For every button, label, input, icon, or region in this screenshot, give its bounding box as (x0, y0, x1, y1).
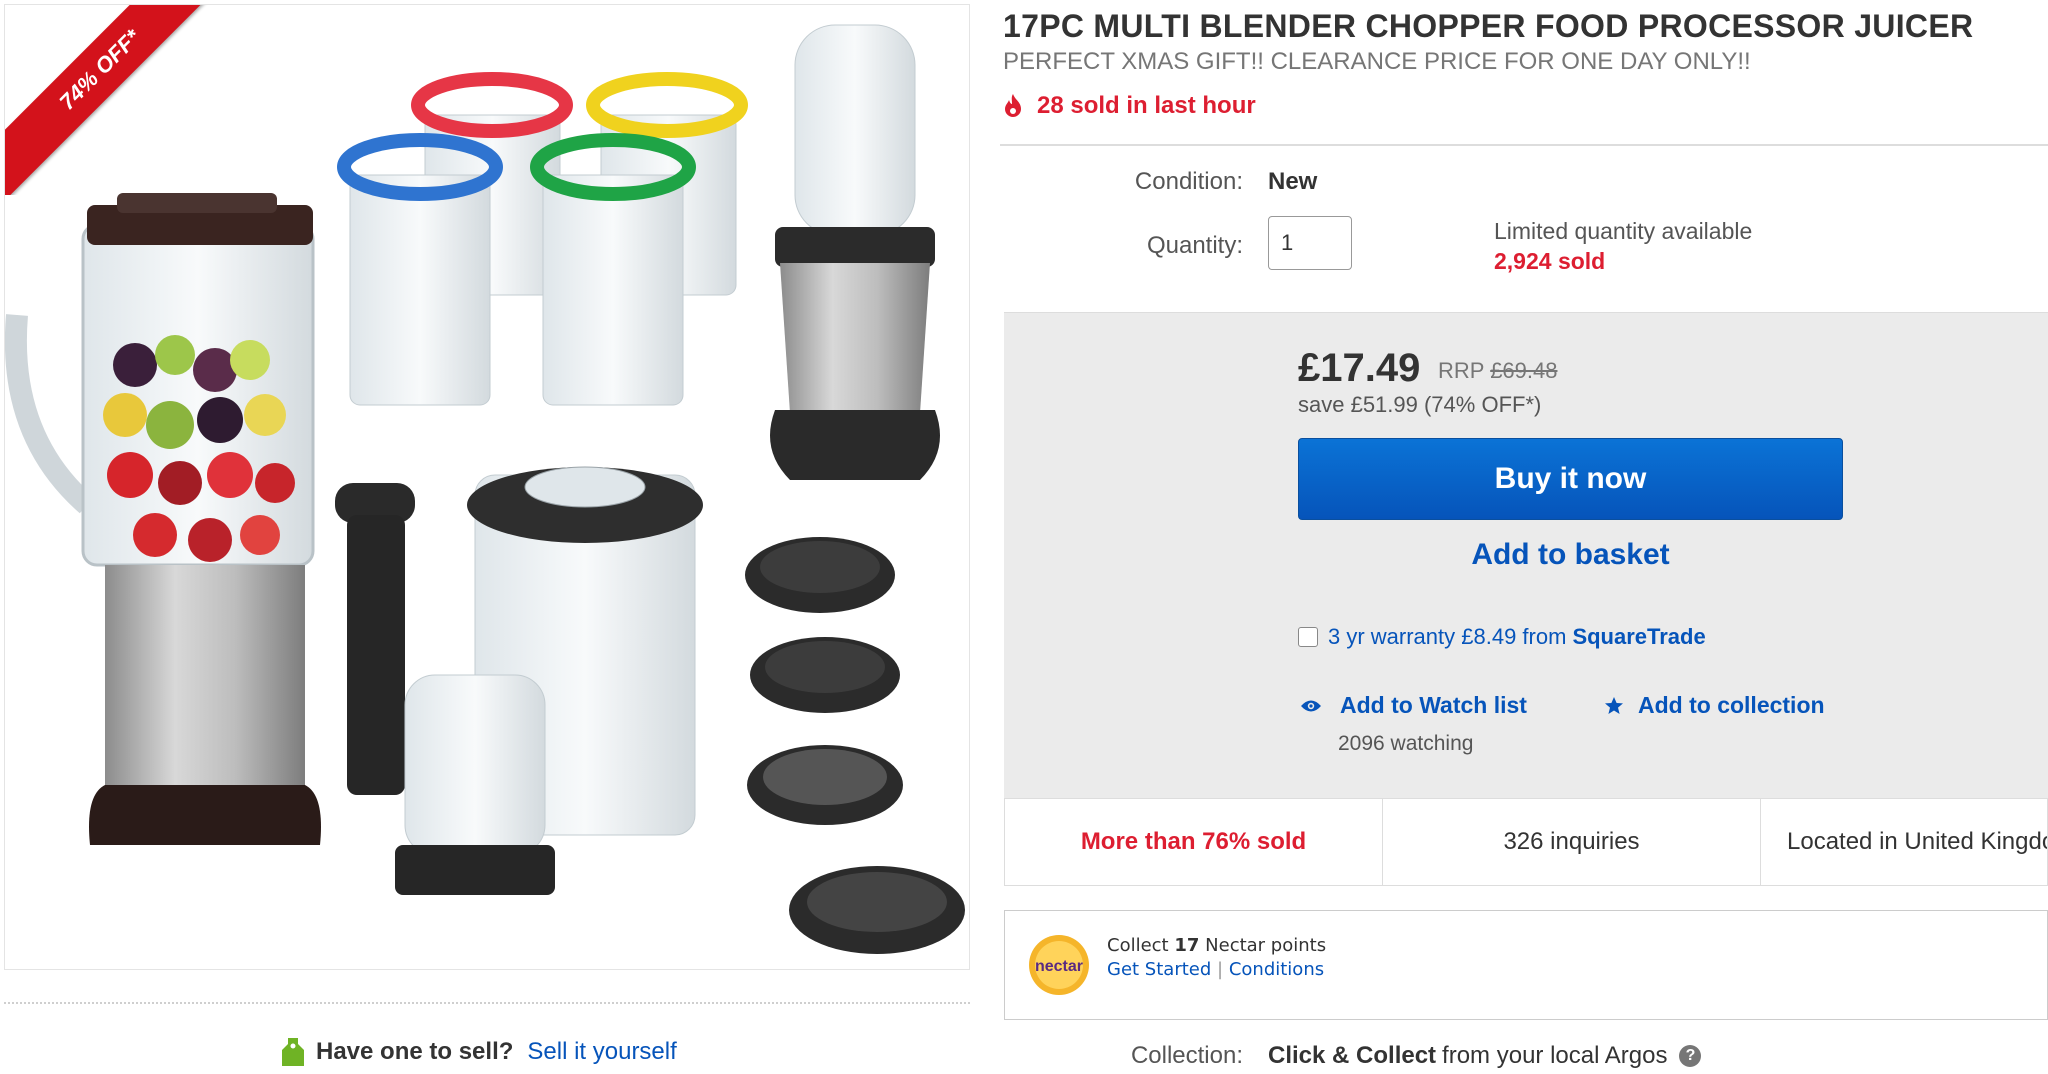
inquiries-count: 326 inquiries (1383, 799, 1761, 885)
nectar-collect-prefix: Collect (1107, 935, 1169, 956)
nectar-collect-text: Collect 17 Nectar points (1107, 935, 1326, 956)
divider (1000, 144, 2048, 146)
buy-it-now-button[interactable]: Buy it now (1298, 438, 1843, 520)
watching-count: 2096 watching (1338, 732, 1474, 755)
sell-it-yourself-link[interactable]: Sell it yourself (527, 1038, 676, 1066)
hot-indicator: 28 sold in last hour (1003, 92, 1256, 120)
nectar-get-started-link[interactable]: Get Started (1107, 959, 1211, 980)
rrp-label: RRP (1438, 358, 1485, 383)
quantity-label: Quantity: (1146, 232, 1243, 259)
nectar-conditions-link[interactable]: Conditions (1229, 959, 1324, 980)
add-to-basket-button[interactable]: Add to basket (1298, 538, 1843, 572)
savings-text: save £51.99 (74% OFF*) (1298, 392, 1542, 417)
squaretrade-link[interactable]: SquareTrade (1572, 624, 1705, 650)
warranty-text[interactable]: 3 yr warranty £8.49 from (1328, 624, 1566, 650)
availability-text: Limited quantity available (1494, 218, 1753, 244)
nectar-logo-text: nectar (1035, 958, 1083, 975)
collection-value: Click & Collect from your local Argos ? (1268, 1042, 1702, 1070)
warranty-option[interactable]: 3 yr warranty £8.49 from SquareTrade (1298, 624, 1706, 650)
collection-suffix: from your local Argos (1442, 1042, 1668, 1069)
price-tag-icon (282, 1038, 304, 1066)
nectar-links: Get Started | Conditions (1107, 959, 1324, 980)
flame-icon (1005, 94, 1021, 117)
sold-percentage: More than 76% sold (1005, 799, 1383, 885)
sell-question: Have one to sell? (316, 1038, 514, 1065)
discount-ribbon: 74% OFF* (5, 5, 235, 195)
condition-label: Condition: (1134, 168, 1243, 195)
blender-jug-graphic (5, 193, 321, 845)
bullet-blender-graphic (770, 24, 940, 480)
star-icon (1605, 696, 1623, 714)
add-to-watch-list-link[interactable]: Add to Watch list (1300, 692, 1527, 719)
listing-subtitle: PERFECT XMAS GIFT!! CLEARANCE PRICE FOR … (1003, 48, 1751, 75)
watch-list-label[interactable]: Add to Watch list (1340, 692, 1527, 719)
product-image-gallery[interactable]: 74% OFF* (4, 4, 970, 970)
sold-count: 2,924 sold (1494, 248, 1606, 274)
nectar-points-value: 17 (1174, 935, 1200, 956)
discount-badge: 74% OFF* (5, 5, 235, 195)
accessories-graphic (335, 466, 703, 895)
collection-method: Click & Collect (1268, 1042, 1437, 1069)
hot-text: 28 sold in last hour (1037, 92, 1256, 119)
listing-stats: More than 76% sold 326 inquiries Located… (1004, 798, 2048, 886)
nectar-collect-suffix: Nectar points (1205, 935, 1327, 956)
collection-label: Collection: (1130, 1042, 1243, 1069)
listing-title: 17PC MULTI BLENDER CHOPPER FOOD PROCESSO… (1003, 8, 1974, 44)
item-location: Located in United Kingdom (1787, 828, 2047, 855)
add-to-collection-link[interactable]: Add to collection (1604, 692, 1825, 719)
nectar-logo: nectar (1029, 935, 1089, 995)
eye-icon (1301, 700, 1321, 711)
quantity-input[interactable] (1268, 216, 1352, 270)
cups-graphic (337, 72, 748, 406)
divider (4, 1002, 970, 1004)
sell-prompt: Have one to sell? Sell it yourself (280, 1030, 677, 1074)
collection-label[interactable]: Add to collection (1638, 692, 1825, 719)
rrp-value: £69.48 (1490, 358, 1558, 383)
question-circle-icon[interactable]: ? (1679, 1045, 1702, 1067)
blade-discs-graphic (745, 537, 965, 954)
nectar-points-box: nectar Collect 17 Nectar points Get Star… (1004, 910, 2048, 1020)
price: £17.49 (1298, 346, 1421, 390)
warranty-checkbox[interactable] (1298, 627, 1318, 647)
nectar-link-separator: | (1217, 959, 1224, 980)
condition-value: New (1268, 168, 1318, 195)
rrp: RRP £69.48 (1438, 358, 1557, 384)
